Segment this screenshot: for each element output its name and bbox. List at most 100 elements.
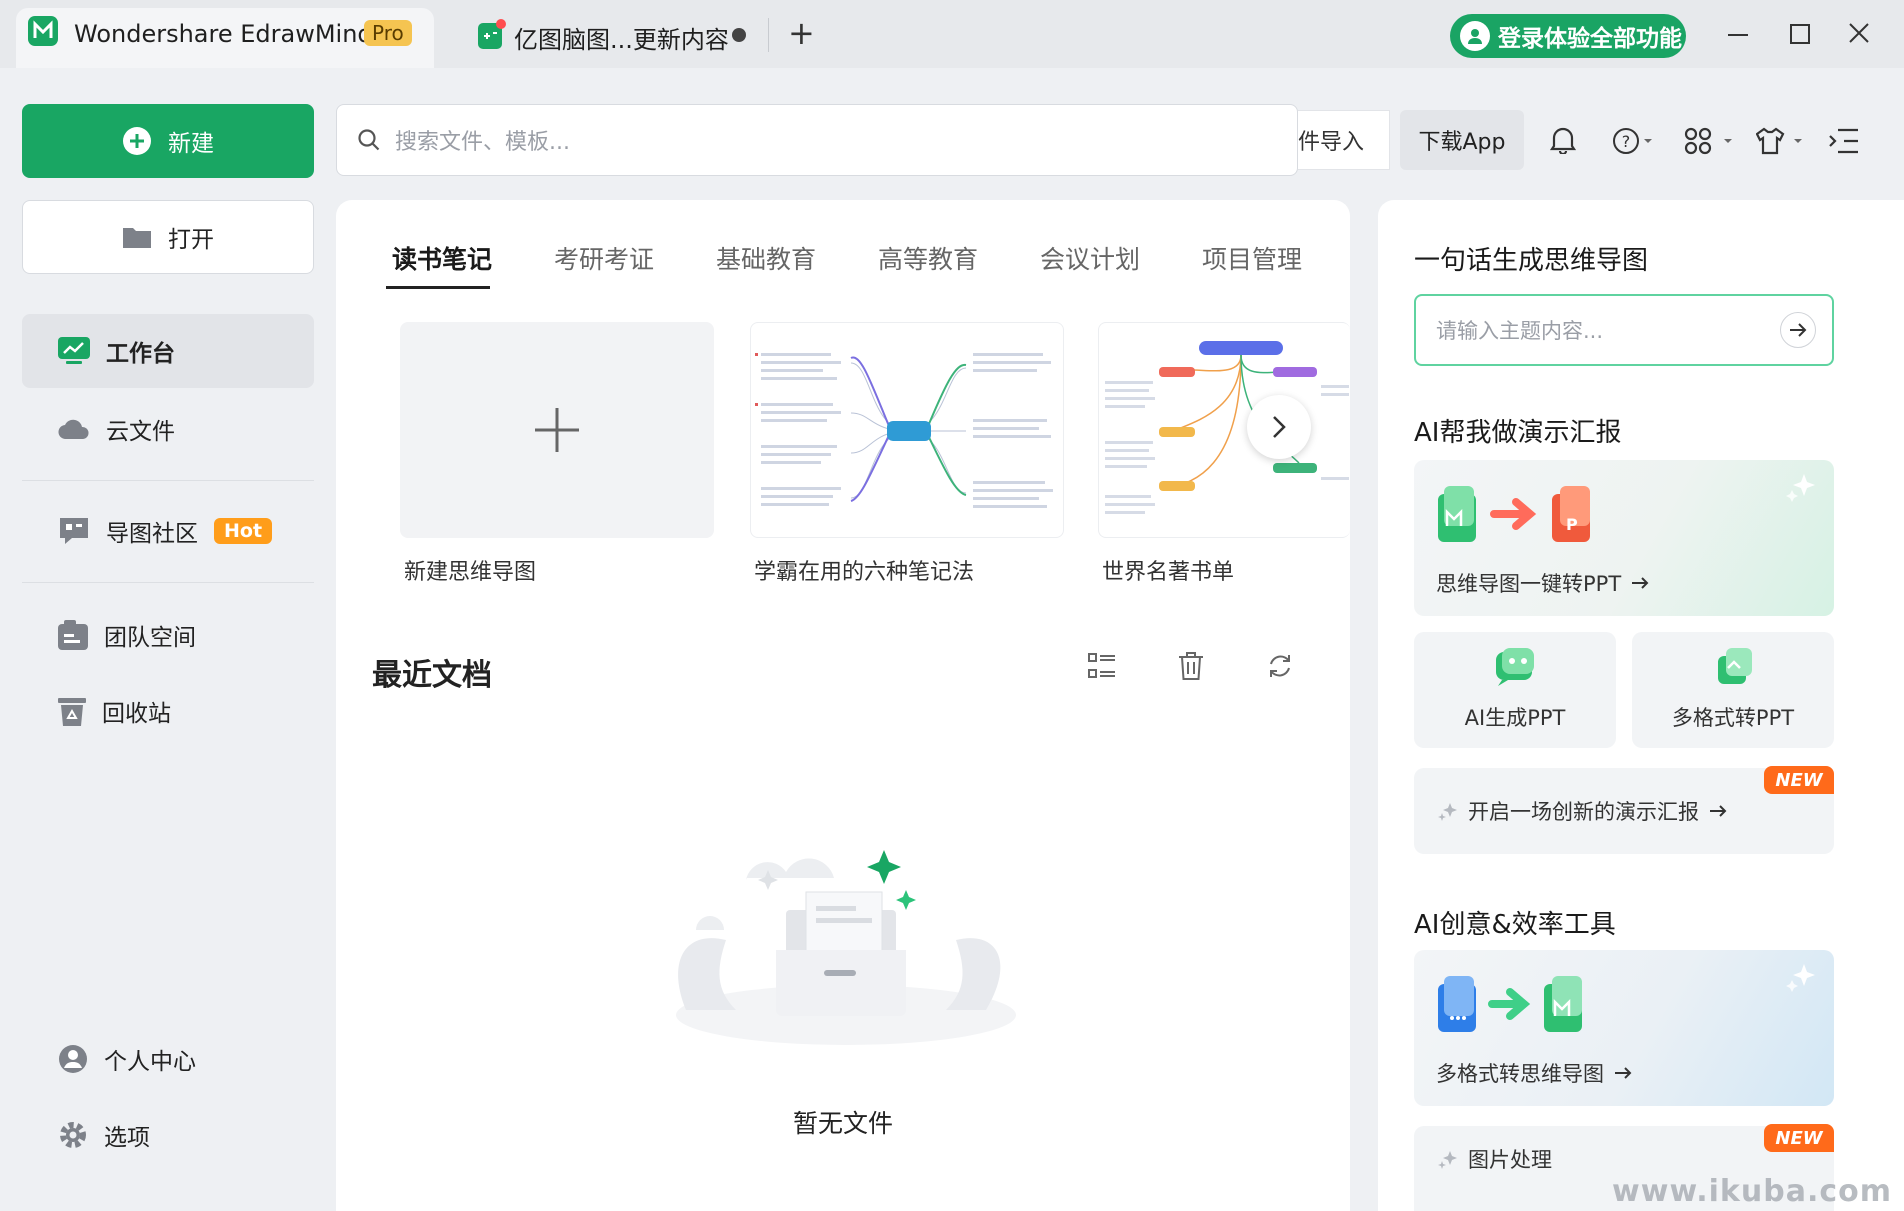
template-panel: 读书笔记 考研考证 基础教育 高等教育 会议计划 项目管理 新建思维导图 学霸在… [336,200,1350,1211]
svg-text:?: ? [1622,132,1631,151]
menu-collapse-icon[interactable] [1828,128,1860,154]
search-icon [358,129,380,151]
start-presentation-label: 开启一场创新的演示汇报 [1438,796,1727,826]
refresh-icon[interactable] [1266,652,1294,680]
watermark: www.ikuba.com [1612,1174,1892,1209]
tab-divider [768,18,769,52]
recent-docs-title: 最近文档 [372,658,492,693]
tab-higher-education[interactable]: 高等教育 [878,240,978,276]
ai-presentation-heading: AI帮我做演示汇报 [1414,418,1622,448]
empty-state-text: 暂无文件 [792,1109,893,1138]
workbench-icon [58,337,90,364]
sidebar-item-label: 团队空间 [104,625,196,651]
mindmap-thumbnail [1105,341,1349,514]
tab-basic-education[interactable]: 基础教育 [716,240,816,276]
login-button-label: 登录体验全部功能 [1498,26,1682,52]
new-button[interactable]: 新建 [22,104,314,178]
generate-mindmap-heading: 一句话生成思维导图 [1414,246,1649,276]
list-view-icon[interactable] [1088,652,1116,680]
empty-box-illustration [656,810,1036,1050]
minimize-icon[interactable] [1728,34,1748,36]
close-icon[interactable] [1848,22,1870,44]
mindmap-to-ppt-text: 思维导图一键转PPT [1436,572,1622,596]
new-mindmap-card[interactable] [400,322,714,538]
sidebar-item-label: 工作台 [106,341,175,367]
help-icon[interactable]: ? [1612,127,1654,155]
new-badge: NEW [1764,766,1834,794]
tab-reading-notes[interactable]: 读书笔记 [392,240,492,276]
sidebar-item-label: 回收站 [102,701,171,727]
tab-project-management[interactable]: 项目管理 [1202,240,1302,276]
card-caption: 学霸在用的六种笔记法 [754,560,975,585]
sidebar-item-recycle[interactable]: 回收站 [22,674,314,748]
sparkle-small-icon [1438,1151,1457,1169]
search-placeholder: 搜索文件、模板... [395,130,570,155]
ai-generate-ppt-label: AI生成PPT [1464,706,1566,730]
mindmap-thumbnail [755,353,1053,508]
ai-bot-icon [1496,648,1534,686]
image-processing-label: 图片处理 [1438,1144,1552,1174]
trash-icon [58,698,86,726]
sidebar-divider [22,480,314,481]
arrow-right-icon [1710,805,1727,817]
sidebar-item-label: 个人中心 [104,1049,196,1075]
multi-format-mindmap-card[interactable]: 多格式转思维导图 [1414,950,1834,1106]
mindmap-to-ppt-icon: P [1438,486,1590,542]
sidebar-item-team[interactable]: 团队空间 [22,598,314,672]
login-button[interactable]: 登录体验全部功能 [1450,14,1686,58]
new-badge: NEW [1764,1124,1834,1152]
mindmap-to-ppt-card[interactable]: P 思维导图一键转PPT [1414,460,1834,616]
hot-badge: Hot [214,518,273,544]
arrow-right-icon [1615,1067,1632,1079]
sidebar-item-options[interactable]: 选项 [22,1098,314,1172]
multi-format-mindmap-text: 多格式转思维导图 [1436,1062,1604,1086]
app-tab-title: Wondershare EdrawMind [74,20,373,48]
sparkle-icon [1786,474,1815,502]
title-bar: Wondershare EdrawMind Pro 亿图脑图...更新内容 + … [0,0,1904,68]
pro-badge: Pro [364,20,412,46]
ai-tools-heading: AI创意&效率工具 [1414,910,1616,940]
ai-panel: 一句话生成思维导图 请输入主题内容... AI帮我做演示汇报 P 思维导图一键转… [1378,200,1904,1211]
ai-generate-ppt-card[interactable]: AI生成PPT [1414,632,1616,748]
apps-grid-icon[interactable] [1684,127,1736,155]
download-app-label: 下载App [1418,130,1506,155]
sparkle-small-icon [1438,803,1457,821]
topic-input[interactable]: 请输入主题内容... [1414,294,1834,366]
doc-to-mindmap-icon [1438,976,1582,1032]
start-presentation-card[interactable]: 开启一场创新的演示汇报 NEW [1414,766,1834,854]
carousel-next-button[interactable] [1247,395,1311,459]
arrow-right-icon [1632,577,1649,589]
bell-icon[interactable] [1550,126,1576,154]
user-icon [1460,21,1490,51]
card-caption: 世界名著书单 [1102,560,1235,585]
sidebar-item-profile[interactable]: 个人中心 [22,1022,314,1096]
delete-icon[interactable] [1178,652,1204,680]
multi-format-ppt-label: 多格式转PPT [1671,706,1795,730]
svg-text:P: P [1566,515,1578,534]
import-button[interactable]: 件导入 [1298,110,1390,170]
multi-format-icon [1718,648,1752,684]
mindmap-to-ppt-label: 思维导图一键转PPT [1436,568,1649,598]
template-card-world-classics[interactable] [1098,322,1350,538]
tab-exam-prep[interactable]: 考研考证 [554,240,654,276]
sidebar-item-community[interactable]: 导图社区 Hot [22,494,314,568]
team-space-icon [58,620,88,650]
new-button-label: 新建 [168,131,214,157]
sidebar-item-cloud[interactable]: 云文件 [22,392,314,466]
search-input[interactable]: 搜索文件、模板... [336,104,1298,176]
new-tab-plus-icon[interactable]: + [788,14,815,52]
maximize-icon[interactable] [1790,24,1810,44]
sidebar-item-label: 选项 [104,1125,150,1151]
sidebar-item-label: 导图社区 [106,521,198,547]
shirt-theme-icon[interactable] [1756,127,1808,155]
template-card-note-methods[interactable] [750,322,1064,538]
open-button-label: 打开 [168,227,214,253]
sidebar-item-workbench[interactable]: 工作台 [22,314,314,388]
download-app-button[interactable]: 下载App [1400,110,1524,170]
doc-tab-title[interactable]: 亿图脑图...更新内容 [514,20,729,55]
open-button[interactable]: 打开 [22,200,314,274]
tab-meeting-plan[interactable]: 会议计划 [1040,240,1140,276]
submit-arrow-icon[interactable] [1780,312,1816,348]
multi-format-ppt-card[interactable]: 多格式转PPT [1632,632,1834,748]
multi-format-mindmap-label: 多格式转思维导图 [1436,1058,1632,1088]
